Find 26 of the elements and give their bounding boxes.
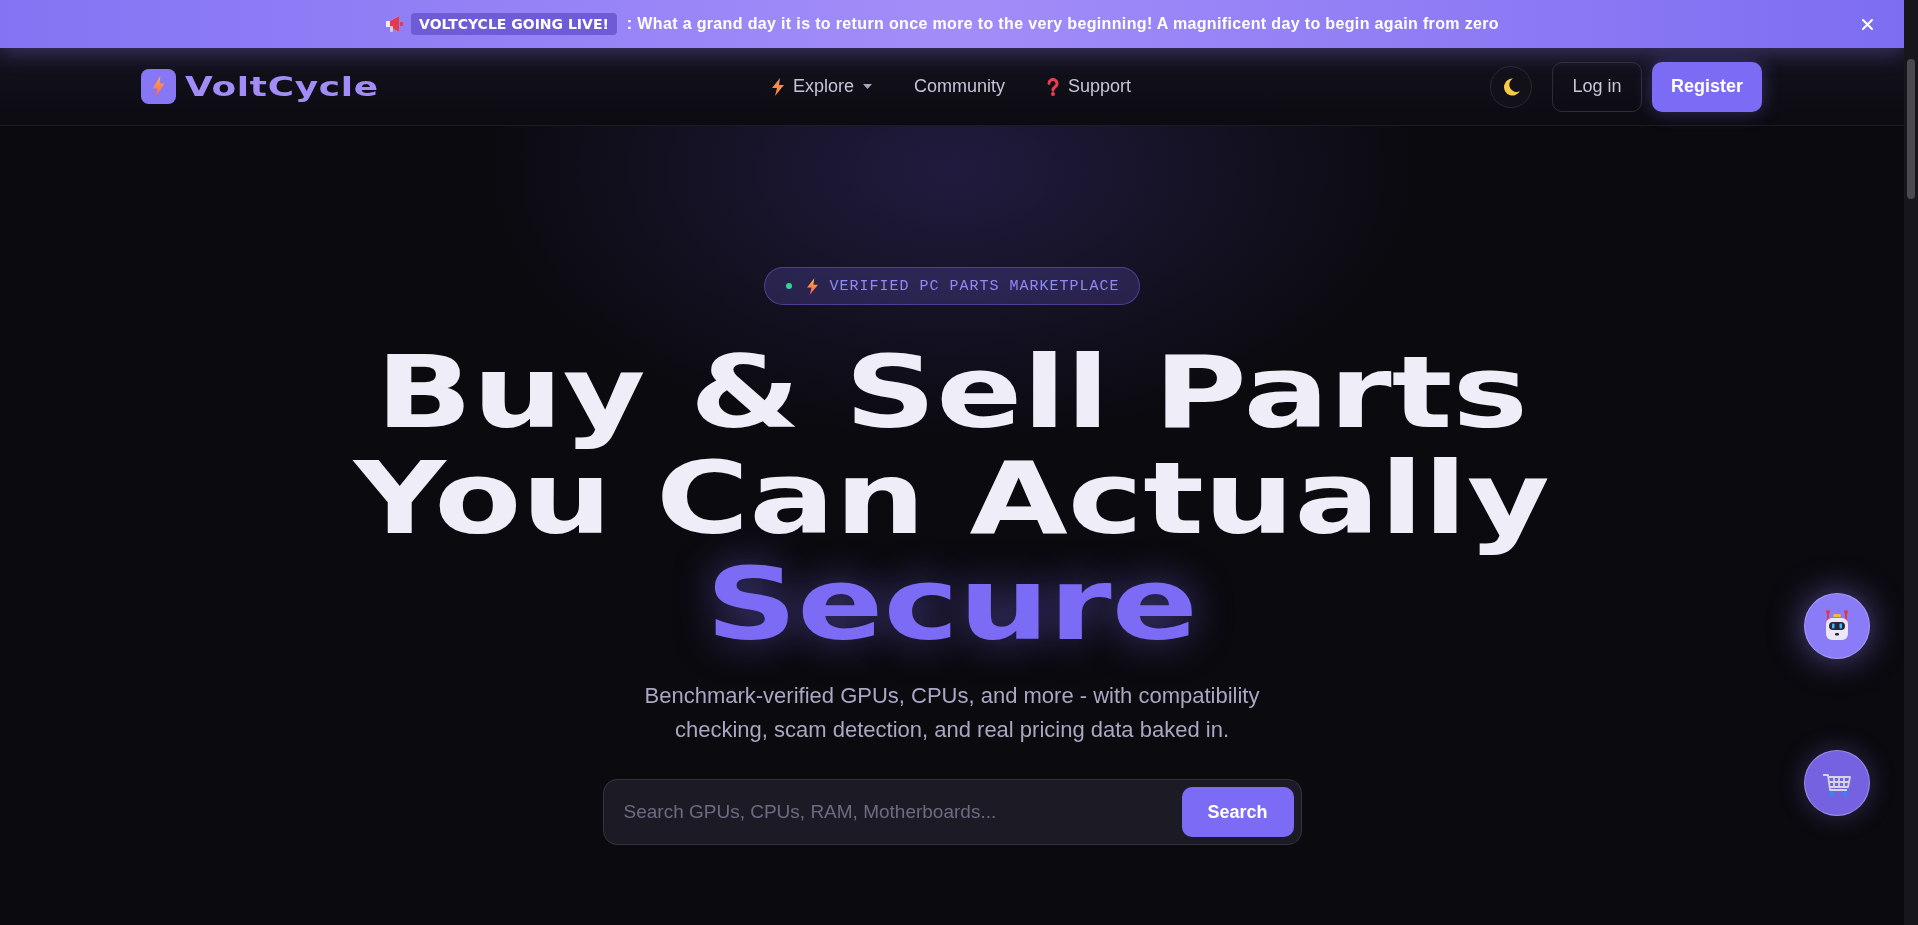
- logo-icon[interactable]: [141, 69, 176, 104]
- cart-button[interactable]: [1804, 750, 1870, 816]
- search-field[interactable]: Search GPUs, CPUs, RAM, Motherboards... Search: [602, 779, 1302, 845]
- assistant-button[interactable]: [1804, 593, 1870, 659]
- caret-icon: [862, 84, 872, 89]
- lightning-icon: [807, 277, 819, 295]
- dot-icon: [786, 283, 793, 289]
- brand-link[interactable]: VoltCycle: [185, 71, 379, 102]
- close-icon: [1862, 18, 1873, 30]
- lightning-icon: [771, 77, 784, 96]
- login-button[interactable]: Log in: [1552, 61, 1642, 112]
- tagline-text: VERIFIED PC PARTS MARKETPLACE: [829, 277, 1120, 295]
- register-button[interactable]: Register: [1652, 61, 1762, 112]
- search-button[interactable]: Search: [1181, 787, 1294, 837]
- hero-heading: Buy & Sell Parts You Can Actually Secure: [354, 340, 1550, 658]
- question-icon: [1047, 77, 1059, 96]
- nav-link[interactable]: Explore: [771, 76, 872, 97]
- nav-link[interactable]: Support: [1047, 76, 1132, 97]
- announcement-badge: VOLTCYCLE GOING LIVE!: [411, 13, 617, 35]
- moon-icon: [1501, 76, 1521, 97]
- announcement-text: : What a grand day it is to return once more to the very beginning! A magnificent day to begin again from zero: [626, 15, 1499, 33]
- megaphone-icon: [385, 16, 404, 32]
- nav-link[interactable]: Community: [913, 76, 1005, 97]
- hero-subtitle: Benchmark-verified GPUs, CPUs, and more - with compatibility checking, scam detection, and real pricing data baked in.: [643, 682, 1261, 744]
- scrollbar-thumb[interactable]: [1907, 59, 1915, 199]
- theme-toggle-button[interactable]: [1490, 65, 1532, 108]
